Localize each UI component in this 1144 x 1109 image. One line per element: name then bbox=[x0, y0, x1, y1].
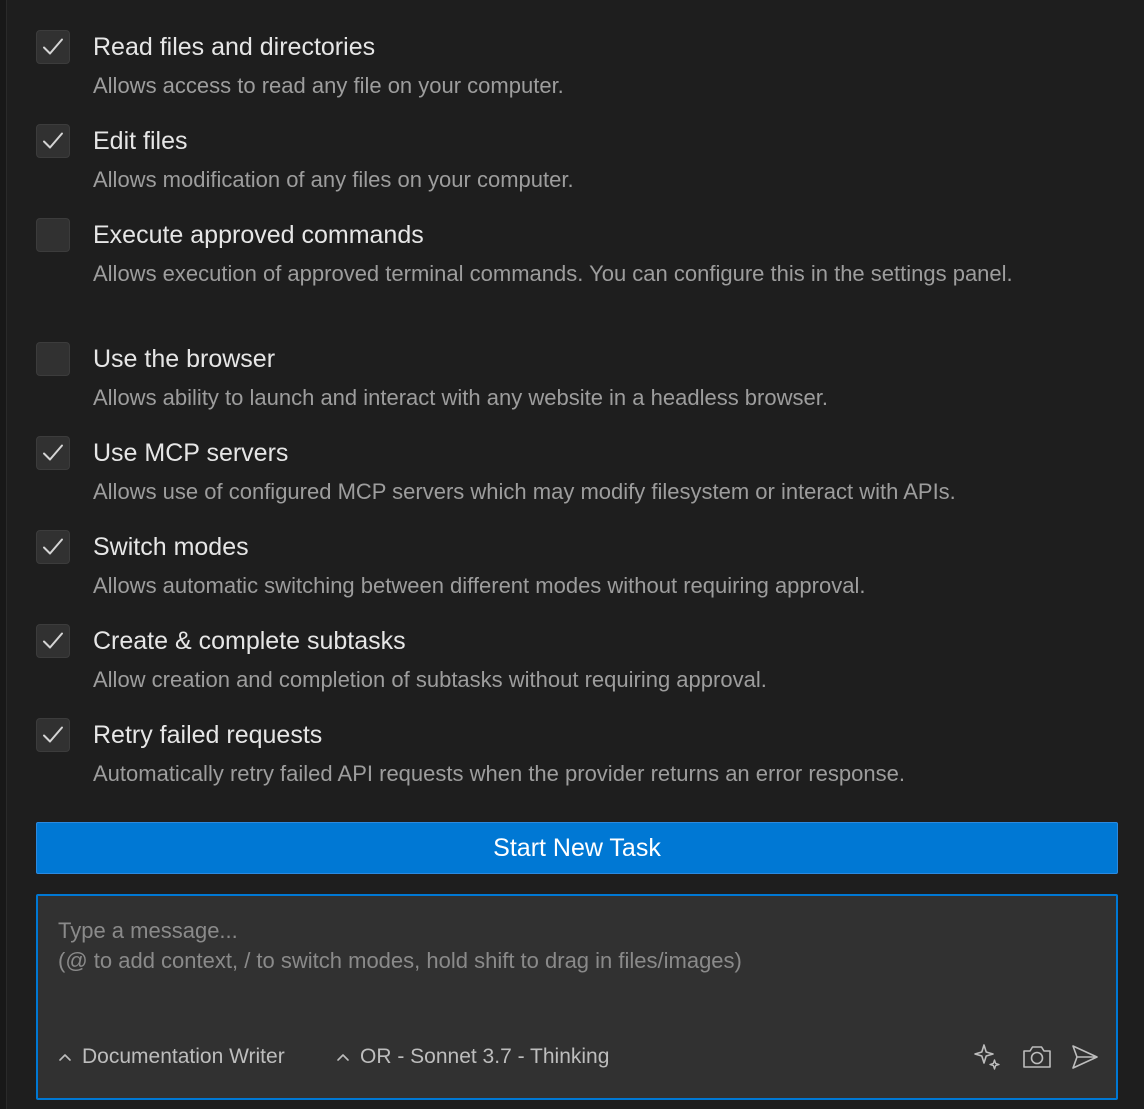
subtasks-checkbox[interactable] bbox=[36, 624, 70, 658]
permission-description: Allow creation and completion of subtask… bbox=[93, 667, 767, 692]
permission-title: Switch modes bbox=[93, 533, 249, 561]
permission-description: Allows use of configured MCP servers whi… bbox=[93, 479, 956, 504]
permission-description: Allows automatic switching between diffe… bbox=[93, 573, 866, 598]
model-selector[interactable]: OR - Sonnet 3.7 - Thinking bbox=[336, 1042, 609, 1072]
chevron-up-icon bbox=[58, 1052, 74, 1062]
edit-files-checkbox[interactable] bbox=[36, 124, 70, 158]
chevron-up-icon bbox=[336, 1052, 352, 1062]
permission-title: Execute approved commands bbox=[93, 221, 424, 249]
execute-commands-checkbox[interactable] bbox=[36, 218, 70, 252]
message-input[interactable] bbox=[58, 916, 1098, 1026]
permission-description: Allows ability to launch and interact wi… bbox=[93, 385, 828, 410]
checkmark-icon bbox=[43, 632, 63, 649]
permission-title: Retry failed requests bbox=[93, 721, 323, 749]
start-new-task-button[interactable]: Start New Task bbox=[36, 822, 1118, 874]
mcp-servers-checkbox[interactable] bbox=[36, 436, 70, 470]
read-files-checkbox[interactable] bbox=[36, 30, 70, 64]
camera-icon[interactable] bbox=[1020, 1040, 1054, 1074]
checkmark-icon bbox=[43, 444, 63, 461]
permission-description: Allows execution of approved terminal co… bbox=[93, 261, 1013, 286]
checkmark-icon bbox=[43, 132, 63, 149]
checkmark-icon bbox=[43, 38, 63, 55]
permission-title: Use MCP servers bbox=[93, 439, 289, 467]
permission-title: Read files and directories bbox=[93, 33, 376, 61]
mode-selector[interactable]: Documentation Writer bbox=[58, 1042, 285, 1072]
retry-requests-checkbox[interactable] bbox=[36, 718, 70, 752]
permission-description: Allows access to read any file on your c… bbox=[93, 73, 564, 98]
model-selector-label: OR - Sonnet 3.7 - Thinking bbox=[360, 1045, 610, 1068]
permission-title: Edit files bbox=[93, 127, 188, 155]
checkmark-icon bbox=[43, 538, 63, 555]
enhance-prompt-icon[interactable] bbox=[970, 1040, 1004, 1074]
send-icon[interactable] bbox=[1068, 1040, 1102, 1074]
chat-input-container: Documentation Writer OR - Sonnet 3.7 - T… bbox=[36, 894, 1118, 1100]
permission-title: Create & complete subtasks bbox=[93, 627, 406, 655]
panel-left-border bbox=[0, 0, 7, 1109]
permission-description: Automatically retry failed API requests … bbox=[93, 761, 905, 786]
mode-selector-label: Documentation Writer bbox=[82, 1045, 285, 1068]
permission-description: Allows modification of any files on your… bbox=[93, 167, 574, 192]
permission-title: Use the browser bbox=[93, 345, 276, 373]
checkmark-icon bbox=[43, 726, 63, 743]
use-browser-checkbox[interactable] bbox=[36, 342, 70, 376]
switch-modes-checkbox[interactable] bbox=[36, 530, 70, 564]
